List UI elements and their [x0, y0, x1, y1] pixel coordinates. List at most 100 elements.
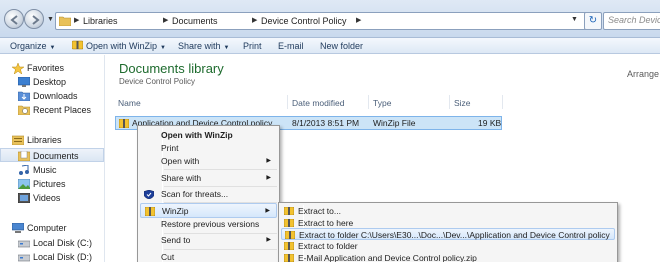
- nav-computer-label: Computer: [27, 223, 67, 233]
- print-button[interactable]: Print: [243, 40, 262, 52]
- menu-item-winzip[interactable]: WinZip ▶: [140, 203, 277, 218]
- nav-local-disk-d[interactable]: Local Disk (D:): [0, 250, 104, 262]
- winzip-icon: [284, 219, 294, 227]
- menu-item-restore-previous-versions[interactable]: Restore previous versions: [140, 217, 277, 232]
- column-header-size[interactable]: Size: [454, 98, 471, 108]
- library-subtitle: Device Control Policy: [119, 77, 196, 86]
- nav-downloads-label: Downloads: [33, 91, 78, 101]
- address-bar: ▼ ▶ Libraries ▶ Documents ▶ Device Contr…: [0, 0, 660, 38]
- submenu-item-label: E-Mail Application and Device Control po…: [298, 253, 477, 262]
- libraries-icon: [11, 135, 25, 146]
- breadcrumb-documents[interactable]: Documents: [172, 15, 218, 27]
- breadcrumb-libraries[interactable]: Libraries: [83, 15, 118, 27]
- menu-item-open-with[interactable]: Open with ▶: [140, 154, 277, 169]
- nav-documents[interactable]: Documents: [0, 148, 104, 162]
- command-bar: Organize ▼ Open with WinZip ▼ Share with ▼ …: [0, 38, 660, 54]
- nav-recent-places-label: Recent Places: [33, 105, 92, 115]
- submenu-item-extract-to[interactable]: Extract to...: [281, 205, 615, 217]
- nav-computer[interactable]: Computer: [0, 221, 104, 235]
- nav-desktop-label: Desktop: [33, 77, 67, 87]
- nav-recent-places[interactable]: Recent Places: [0, 103, 104, 117]
- navigation-pane: Favorites Desktop Downloads Recent Place…: [0, 55, 105, 262]
- file-date-modified: 8/1/2013 8:51 PM: [292, 118, 360, 128]
- back-button[interactable]: [4, 9, 24, 29]
- recent-pages-dropdown-icon[interactable]: ▼: [47, 16, 54, 23]
- star-icon: [11, 62, 25, 75]
- winzip-icon: [284, 242, 294, 250]
- nav-local-disk-c[interactable]: Local Disk (C:): [0, 236, 104, 250]
- chevron-down-icon: ▼: [160, 45, 166, 51]
- file-type: WinZip File: [373, 118, 416, 128]
- folder-icon: [59, 16, 71, 26]
- column-header-date[interactable]: Date modified: [292, 98, 344, 108]
- hard-drive-icon: [17, 252, 31, 262]
- column-header-type[interactable]: Type: [373, 98, 391, 108]
- submenu-item-extract-to-folder[interactable]: Extract to folder: [281, 240, 615, 252]
- nav-pictures-label: Pictures: [33, 179, 66, 189]
- nav-downloads[interactable]: Downloads: [0, 89, 104, 103]
- menu-separator: [164, 169, 277, 170]
- forward-button[interactable]: [24, 9, 44, 29]
- breadcrumb-separator-icon[interactable]: ▶: [163, 15, 168, 27]
- submenu-arrow-icon: ▶: [266, 175, 271, 181]
- nav-libraries-label: Libraries: [27, 135, 62, 145]
- submenu-item-extract-to-folder-path[interactable]: Extract to folder C:\Users\E30...\Doc...…: [281, 228, 615, 240]
- breadcrumb-separator-icon[interactable]: ▶: [252, 15, 257, 27]
- file-size: 19 KB: [478, 118, 502, 128]
- chevron-down-icon: ▼: [223, 45, 230, 51]
- menu-item-label: Cut: [161, 252, 175, 262]
- open-with-winzip-button[interactable]: Open with WinZip ▼: [72, 40, 166, 54]
- winzip-submenu: Extract to... Extract to here Extract to…: [278, 202, 618, 262]
- column-divider[interactable]: [287, 95, 288, 109]
- share-with-label: Share with: [178, 41, 221, 51]
- menu-item-share-with[interactable]: Share with ▶: [140, 171, 277, 186]
- organize-button[interactable]: Organize ▼: [10, 40, 55, 54]
- winzip-icon: [72, 40, 83, 50]
- column-divider[interactable]: [368, 95, 369, 109]
- nav-desktop[interactable]: Desktop: [0, 75, 104, 89]
- nav-libraries[interactable]: Libraries: [0, 133, 104, 147]
- new-folder-button[interactable]: New folder: [320, 40, 363, 52]
- nav-local-disk-c-label: Local Disk (C:): [33, 238, 93, 248]
- chevron-down-icon: ▼: [49, 45, 56, 51]
- context-menu: Open with WinZip Print Open with ▶ Share…: [137, 125, 280, 262]
- column-divider[interactable]: [449, 95, 450, 109]
- pictures-icon: [17, 178, 31, 190]
- submenu-arrow-icon: ▶: [266, 158, 271, 164]
- nav-favorites[interactable]: Favorites: [0, 61, 104, 75]
- submenu-item-label: Extract to folder: [298, 241, 358, 251]
- menu-item-label: Send to: [161, 235, 191, 245]
- nav-videos-label: Videos: [33, 193, 61, 203]
- hard-drive-icon: [17, 238, 31, 248]
- arrange-by-label[interactable]: Arrange: [627, 69, 659, 79]
- menu-item-scan-for-threats[interactable]: Scan for threats...: [140, 187, 277, 202]
- breadcrumb-separator-icon[interactable]: ▶: [356, 15, 361, 27]
- address-history-dropdown-icon[interactable]: ▼: [571, 16, 578, 23]
- shield-icon: [144, 190, 154, 199]
- nav-music-label: Music: [33, 165, 57, 175]
- nav-videos[interactable]: Videos: [0, 191, 104, 205]
- breadcrumb-separator-icon: ▶: [74, 17, 80, 24]
- column-header-name[interactable]: Name: [118, 98, 141, 108]
- share-with-button[interactable]: Share with ▼: [178, 40, 229, 54]
- nav-music[interactable]: Music: [0, 163, 104, 177]
- email-button[interactable]: E-mail: [278, 40, 304, 52]
- winzip-icon: [284, 254, 294, 262]
- menu-item-label: Restore previous versions: [161, 219, 260, 229]
- search-input[interactable]: Search Device C: [603, 12, 660, 30]
- breadcrumb-device-control-policy[interactable]: Device Control Policy: [261, 15, 347, 27]
- column-divider[interactable]: [502, 95, 503, 109]
- winzip-icon: [285, 231, 295, 239]
- address-box[interactable]: ▶ Libraries ▶ Documents ▶ Device Control…: [55, 12, 587, 30]
- refresh-button[interactable]: ↻: [584, 12, 602, 30]
- menu-item-cut[interactable]: Cut: [140, 250, 277, 262]
- back-arrow-icon: [10, 15, 18, 25]
- submenu-arrow-icon: ▶: [266, 237, 271, 243]
- computer-icon: [11, 222, 25, 233]
- menu-item-send-to[interactable]: Send to ▶: [140, 233, 277, 248]
- submenu-item-email-zip[interactable]: E-Mail Application and Device Control po…: [281, 252, 615, 262]
- winzip-icon: [145, 207, 155, 216]
- nav-pictures[interactable]: Pictures: [0, 177, 104, 191]
- winzip-icon: [284, 207, 294, 215]
- recent-places-icon: [17, 105, 31, 116]
